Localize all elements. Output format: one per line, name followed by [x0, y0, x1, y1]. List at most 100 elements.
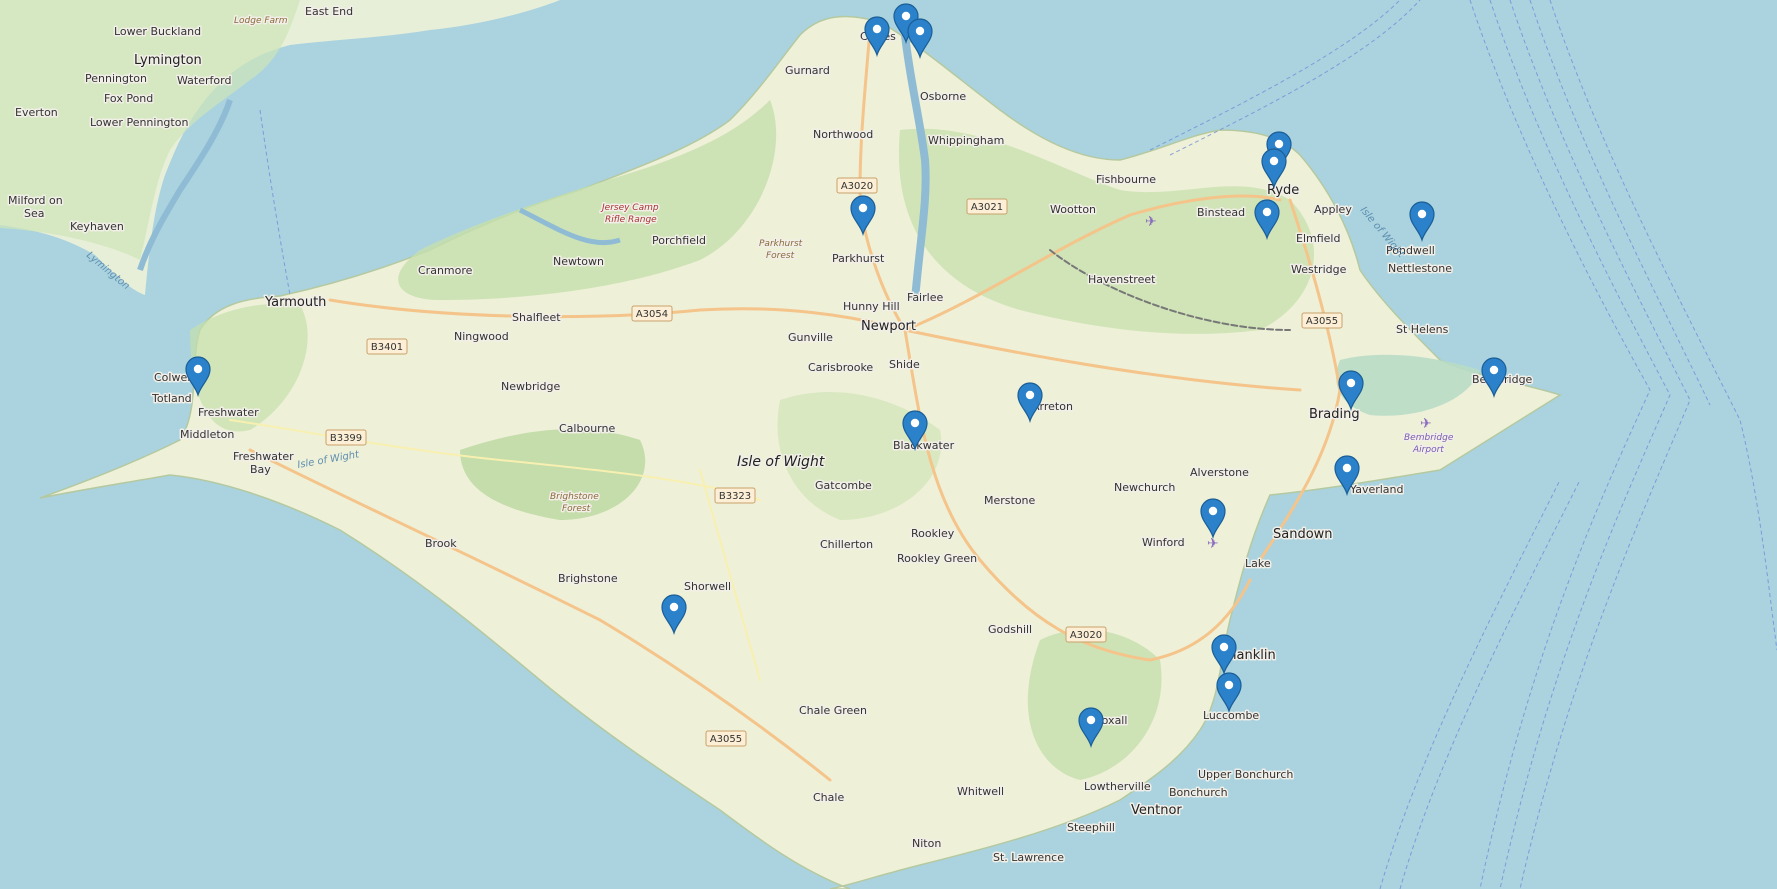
place-label: Luccombe: [1203, 709, 1259, 722]
place-label: Winford: [1142, 536, 1185, 549]
road-shield-b3401: B3401: [366, 338, 408, 355]
place-label: Carisbrooke: [808, 361, 873, 374]
place-label: Shorwell: [684, 580, 731, 593]
svg-text:B3401: B3401: [371, 342, 403, 353]
place-label: Chale Green: [799, 704, 867, 717]
place-label: St Helens: [1396, 323, 1449, 336]
place-label: Waterford: [177, 74, 231, 87]
road-shield-a3055-s: A3055: [705, 730, 747, 747]
place-label: Lower Pennington: [90, 116, 188, 129]
place-label: Totland: [151, 392, 192, 405]
place-label: Havenstreet: [1088, 273, 1156, 286]
place-label: Parkhurst: [759, 239, 803, 249]
place-label: Yaverland: [1349, 483, 1404, 496]
place-label: Fishbourne: [1096, 173, 1156, 186]
place-label: Jersey Camp: [600, 203, 659, 213]
place-label: Forest: [766, 251, 795, 261]
place-label: East End: [305, 5, 353, 18]
place-label: Rifle Range: [605, 215, 657, 225]
place-label: Hunny Hill: [843, 300, 900, 313]
place-label: Alverstone: [1190, 466, 1249, 479]
place-label: Osborne: [920, 90, 966, 103]
place-label: Binstead: [1197, 206, 1245, 219]
road-shield-a3020-s: A3020: [1065, 626, 1107, 643]
place-label: Brighstone: [550, 492, 599, 502]
place-label: Middleton: [180, 428, 234, 441]
place-label: Milford on: [8, 194, 63, 207]
place-label: Chillerton: [820, 538, 873, 551]
place-label: Lower Buckland: [114, 25, 201, 38]
place-label: Newtown: [553, 255, 604, 268]
road-shield-a3054: A3054: [631, 305, 673, 322]
place-label: Upper Bonchurch: [1198, 768, 1293, 781]
place-label: Porchfield: [652, 234, 706, 247]
place-label: Wootton: [1050, 203, 1096, 216]
road-shield-a3020-n: A3020: [836, 177, 878, 194]
place-label: Newport: [861, 319, 916, 334]
place-label: Cranmore: [418, 264, 473, 277]
place-label: Bembridge: [1404, 433, 1454, 443]
place-label: Chale: [813, 791, 844, 804]
place-label: Yarmouth: [264, 295, 326, 310]
airport-icon: ✈: [1145, 214, 1157, 230]
place-label: Lake: [1245, 557, 1271, 570]
region-label: Isle of Wight: [737, 454, 825, 470]
place-label: Whitwell: [957, 785, 1004, 798]
place-label: Freshwater: [233, 450, 294, 463]
svg-text:A3020: A3020: [841, 181, 873, 192]
place-label: Gunville: [788, 331, 833, 344]
place-label: Brighstone: [558, 572, 618, 585]
road-shield-a3021: A3021: [966, 198, 1008, 215]
place-label: Ryde: [1267, 183, 1299, 198]
airport-icon: ✈: [1420, 416, 1432, 432]
place-label: Parkhurst: [832, 252, 885, 265]
place-label: Freshwater: [198, 406, 259, 419]
road-shield-b3399: B3399: [325, 429, 367, 446]
place-label: Niton: [912, 837, 941, 850]
svg-text:A3055: A3055: [1306, 316, 1338, 327]
place-label: Brading: [1309, 407, 1360, 422]
place-label: Ventnor: [1131, 803, 1182, 818]
place-label: Pennington: [85, 72, 147, 85]
place-label: Ningwood: [454, 330, 509, 343]
place-label: Merstone: [984, 494, 1036, 507]
place-label: Newbridge: [501, 380, 561, 393]
map-canvas[interactable]: A3020 A3021 A3054 B3401 A3055 B3399 B332…: [0, 0, 1777, 889]
place-label: Sandown: [1273, 527, 1333, 542]
place-label: Keyhaven: [70, 220, 124, 233]
place-label: Airport: [1412, 445, 1444, 455]
place-label: Westridge: [1291, 263, 1347, 276]
place-label: Gurnard: [785, 64, 830, 77]
place-label: Lymington: [134, 53, 202, 68]
road-shield-b3323: B3323: [714, 487, 756, 504]
svg-text:A3021: A3021: [971, 202, 1003, 213]
place-label: Fairlee: [907, 291, 943, 304]
svg-text:A3020: A3020: [1070, 630, 1102, 641]
place-label: Rookley: [911, 527, 955, 540]
place-label: Newchurch: [1114, 481, 1175, 494]
svg-text:B3399: B3399: [330, 433, 362, 444]
place-label: Forest: [562, 504, 591, 514]
place-label: Rookley Green: [897, 552, 977, 565]
place-label: Bonchurch: [1169, 786, 1228, 799]
place-label: St. Lawrence: [993, 851, 1064, 864]
place-label: Nettlestone: [1388, 262, 1452, 275]
place-label: Northwood: [813, 128, 873, 141]
svg-text:A3055: A3055: [710, 734, 742, 745]
place-label: Appley: [1314, 203, 1352, 216]
place-label: Brook: [425, 537, 457, 550]
place-label: Fox Pond: [104, 92, 153, 105]
place-label: Gatcombe: [815, 479, 872, 492]
place-label: Godshill: [988, 623, 1032, 636]
place-label: Lodge Farm: [234, 16, 288, 26]
place-label: Steephill: [1067, 821, 1115, 834]
place-label: Elmfield: [1296, 232, 1340, 245]
place-label: Whippingham: [928, 134, 1004, 147]
svg-text:B3323: B3323: [719, 491, 751, 502]
place-label: Sea: [24, 207, 45, 220]
place-label: Shide: [889, 358, 920, 371]
svg-text:A3054: A3054: [636, 309, 668, 320]
place-label: Everton: [15, 106, 58, 119]
place-label: Blackwater: [893, 439, 955, 452]
place-label: Bay: [250, 463, 271, 476]
